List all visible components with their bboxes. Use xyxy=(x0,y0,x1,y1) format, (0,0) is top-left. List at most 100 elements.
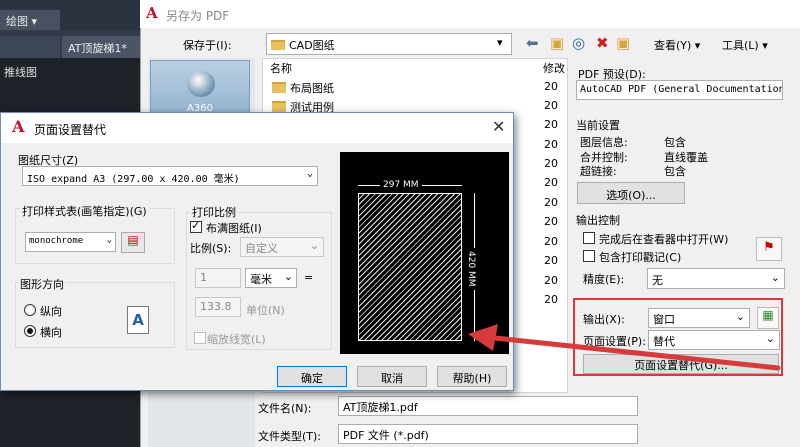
modified-cell: 20 xyxy=(544,157,558,170)
column-header-modified[interactable]: 修改 xyxy=(543,60,565,76)
modified-cell: 20 xyxy=(544,196,558,209)
annotation-arrow xyxy=(468,324,781,371)
tools-menu[interactable]: 工具(L) ▾ xyxy=(722,37,768,53)
landscape-radio[interactable] xyxy=(24,325,36,337)
orientation-label: 图形方向 xyxy=(18,276,66,292)
cancel-button[interactable]: 取消 xyxy=(357,366,427,387)
setting-key: 超链接: xyxy=(580,165,617,178)
open-in-viewer-checkbox[interactable] xyxy=(583,232,595,244)
save-in-label: 保存于(I): xyxy=(183,39,232,52)
fit-to-paper-label: 布满图纸(I) xyxy=(206,222,262,235)
scale-denominator-field[interactable]: 133.8 xyxy=(195,297,241,317)
search-web-icon[interactable]: ◎ xyxy=(572,34,585,52)
scale-lineweights-checkbox[interactable] xyxy=(194,332,206,344)
plot-scale-label: 打印比例 xyxy=(190,204,238,220)
modified-cell: 20 xyxy=(544,99,558,112)
current-settings-heading: 当前设置 xyxy=(576,119,620,132)
autocad-logo-icon: A xyxy=(12,117,25,136)
scale-unit-label: 单位(N) xyxy=(246,304,285,317)
save-in-value: CAD图纸 xyxy=(289,39,335,52)
orientation-preview-icon: A xyxy=(127,306,149,334)
modified-cell: 20 xyxy=(544,118,558,131)
style-table-label: 打印样式表(画笔指定)(G) xyxy=(20,203,149,219)
modified-cell: 20 xyxy=(544,235,558,248)
include-stamp-checkbox[interactable] xyxy=(583,250,595,262)
fit-to-paper-checkbox[interactable] xyxy=(190,219,202,233)
pdf-preset-combo[interactable]: AutoCAD PDF (General Documentation) xyxy=(576,80,783,100)
chevron-down-icon: ⌄ xyxy=(309,239,319,252)
preview-width-label: 297 MM xyxy=(380,180,422,190)
style-table-value: monochrome xyxy=(29,236,84,246)
save-in-combo[interactable]: CAD图纸 xyxy=(266,33,512,55)
up-folder-icon[interactable]: ▣ xyxy=(550,34,564,52)
stamp-icon: ⚑ xyxy=(763,240,775,255)
folder-icon xyxy=(271,40,285,50)
ratio-combo[interactable]: 自定义 ⌄ xyxy=(240,237,324,257)
modified-cell: 20 xyxy=(544,138,558,151)
chevron-down-icon[interactable]: ▾ xyxy=(497,36,503,49)
ratio-value: 自定义 xyxy=(245,242,278,255)
view-menu-label: 查看(Y) xyxy=(654,39,692,52)
output-control-heading: 输出控制 xyxy=(576,214,620,227)
modified-cell: 20 xyxy=(544,215,558,228)
scale-lineweights-label: 缩放线宽(L) xyxy=(207,333,266,346)
folder-icon xyxy=(272,82,286,93)
portrait-label: 纵向 xyxy=(40,305,62,318)
chevron-down-icon: ⌄ xyxy=(283,270,293,283)
a360-cloud-icon xyxy=(187,71,215,97)
preview-paper-sheet xyxy=(358,193,462,341)
paper-size-value: ISO expand A3 (297.00 x 420.00 毫米) xyxy=(27,174,240,185)
setting-value: 包含 xyxy=(664,136,686,149)
file-name-field[interactable]: AT顶旋梯1.pdf xyxy=(338,396,638,416)
modified-cell: 20 xyxy=(544,274,558,287)
modified-cell: 20 xyxy=(544,176,558,189)
view-menu[interactable]: 查看(Y) ▾ xyxy=(654,37,700,53)
ok-button[interactable]: 确定 xyxy=(277,366,347,387)
chevron-down-icon: ⌄ xyxy=(770,271,780,284)
file-name-label: 文件名(N): xyxy=(258,402,312,415)
scale-unit-combo[interactable]: 毫米 ⌄ xyxy=(245,268,297,288)
draw-panel-dropdown[interactable]: 绘图 ▾ xyxy=(0,10,60,30)
precision-combo[interactable]: 无 ⌄ xyxy=(647,268,785,289)
scale-numerator-field[interactable]: 1 xyxy=(195,268,241,288)
new-folder-icon[interactable]: ▣ xyxy=(616,34,630,52)
column-header-name[interactable]: 名称 xyxy=(270,60,292,76)
precision-label: 精度(E): xyxy=(583,273,625,286)
preview-height-label: 420 MM xyxy=(466,248,476,290)
portrait-radio[interactable] xyxy=(24,304,36,316)
options-button[interactable]: 选项(O)... xyxy=(577,182,685,204)
paper-size-combo[interactable]: ISO expand A3 (297.00 x 420.00 毫米) ⌄ xyxy=(22,166,318,186)
window-title: 另存为 PDF xyxy=(140,0,800,28)
edit-style-button[interactable]: ▤ xyxy=(121,232,145,253)
plot-stamp-settings-button[interactable]: ⚑ xyxy=(756,237,782,261)
open-in-viewer-label: 完成后在查看器中打开(W) xyxy=(599,233,729,246)
style-table-combo[interactable]: monochrome ⌄ xyxy=(25,232,116,252)
drawing-tab[interactable]: AT顶旋梯1* xyxy=(62,36,145,58)
include-stamp-label: 包含打印戳记(C) xyxy=(599,251,682,264)
setting-value: 包含 xyxy=(664,165,686,178)
file-type-combo[interactable]: PDF 文件 (*.pdf) xyxy=(338,424,638,444)
back-icon[interactable]: ⬅ xyxy=(526,34,539,52)
tools-menu-label: 工具(L) xyxy=(722,39,759,52)
setting-key: 图层信息: xyxy=(580,136,628,149)
precision-value: 无 xyxy=(652,274,663,287)
chevron-down-icon: ⌄ xyxy=(306,168,313,179)
chevron-down-icon: ⌄ xyxy=(106,235,112,245)
delete-icon[interactable]: ✖ xyxy=(596,34,609,52)
edit-style-icon: ▤ xyxy=(127,233,139,247)
draw-panel-label: 绘图 xyxy=(6,15,28,28)
modified-cell: 20 xyxy=(544,80,558,93)
file-name: 布局图纸 xyxy=(290,82,334,95)
cad-tab-start[interactable] xyxy=(0,36,60,58)
folder-icon xyxy=(272,101,286,112)
equals-sign: = xyxy=(304,271,314,284)
file-type-label: 文件类型(T): xyxy=(258,430,322,443)
close-icon[interactable]: ✕ xyxy=(492,117,505,136)
modified-cell: 20 xyxy=(544,293,558,306)
list-item[interactable]: 布局图纸 xyxy=(272,80,334,96)
autocad-logo-icon: A xyxy=(146,4,158,22)
modified-cell: 20 xyxy=(544,254,558,267)
landscape-label: 横向 xyxy=(40,326,62,339)
ratio-label: 比例(S): xyxy=(190,242,232,255)
layer-text: 推线图 xyxy=(4,66,37,79)
